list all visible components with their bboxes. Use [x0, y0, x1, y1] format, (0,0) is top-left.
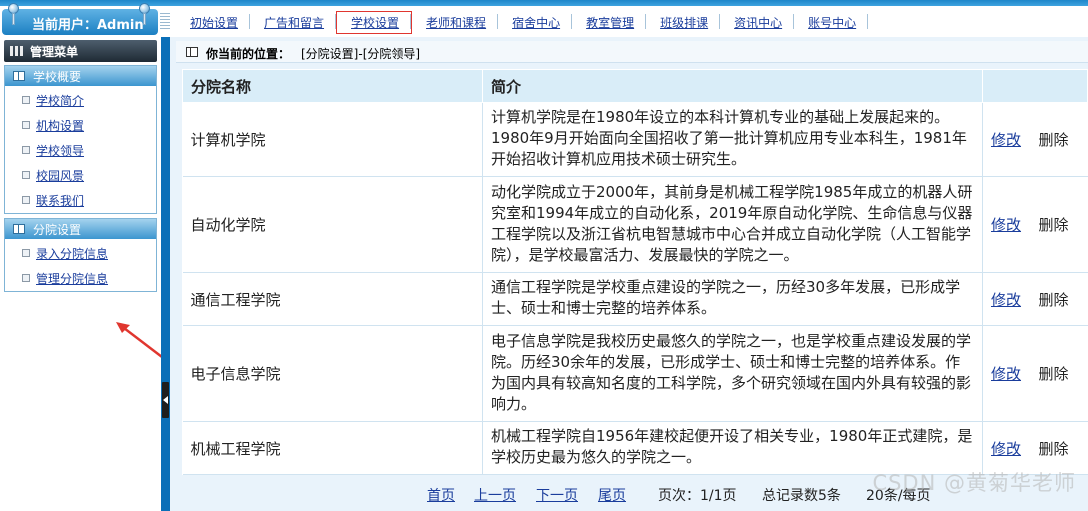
- bullet-icon: [22, 274, 30, 282]
- nav-item-class-schedule[interactable]: 班级排课: [646, 12, 721, 33]
- pager-first-link[interactable]: 首页: [427, 485, 455, 505]
- delete-link[interactable]: 删除: [1032, 102, 1088, 177]
- pager-total: 总记录数5条: [762, 488, 841, 504]
- edit-link[interactable]: 修改: [991, 131, 1021, 149]
- cell-branch-name: 机械工程学院: [182, 421, 483, 475]
- current-user-box: 当前用户：Admin: [2, 3, 158, 35]
- menu-title: 管理菜单: [30, 45, 79, 59]
- edit-link[interactable]: 修改: [991, 216, 1021, 234]
- edit-link[interactable]: 修改: [991, 291, 1021, 309]
- sidebar-item-contact-us[interactable]: 联系我们: [5, 188, 156, 213]
- nav-item-account-center[interactable]: 账号中心: [794, 12, 869, 33]
- sidebar-item-org-settings[interactable]: 机构设置: [5, 113, 156, 138]
- top-strip: [0, 0, 1088, 6]
- main-content: 你当前的位置： [分院设置]-[分院领导] 分院名称 简介 计算机学院 计算机学…: [170, 37, 1088, 511]
- column-header-intro: 简介: [482, 69, 983, 103]
- pager-last-link[interactable]: 尾页: [598, 485, 626, 505]
- edit-cell: 修改: [982, 176, 1033, 273]
- pin-icon: [8, 3, 19, 25]
- sidebar-item-school-intro[interactable]: 学校简介: [5, 88, 156, 113]
- nav-item-classrooms[interactable]: 教室管理: [572, 12, 647, 33]
- breadcrumb: 你当前的位置： [分院设置]-[分院领导]: [176, 41, 1088, 63]
- branch-table-wrap: 分院名称 简介 计算机学院 计算机学院是在1980年设立的本科计算机专业的基础上…: [182, 69, 1088, 475]
- cell-branch-intro: 动化学院成立于2000年，其前身是机械工程学院1985年成立的机器人研究室和19…: [482, 176, 983, 273]
- breadcrumb-label: 你当前的位置：: [206, 47, 291, 61]
- delete-link[interactable]: 删除: [1032, 325, 1088, 422]
- top-nav: 初始设置 广告和留言 学校设置 老师和课程 宿舍中心 教室管理 班级排课 资讯中…: [160, 10, 869, 34]
- edit-link[interactable]: 修改: [991, 365, 1021, 383]
- grip-icon: [160, 13, 170, 31]
- cell-branch-intro: 计算机学院是在1980年设立的本科计算机专业的基础上发展起来的。1980年9月开…: [482, 102, 983, 177]
- collapse-sidebar-handle[interactable]: [162, 382, 169, 418]
- grid-icon: [10, 46, 24, 56]
- group-title: 学校概要: [33, 70, 82, 84]
- group-header[interactable]: 分院设置: [5, 219, 156, 239]
- book-icon: [186, 47, 198, 57]
- table-row: 计算机学院 计算机学院是在1980年设立的本科计算机专业的基础上发展起来的。19…: [182, 102, 1088, 177]
- current-user-label: 当前用户：Admin: [32, 18, 144, 33]
- table-row: 电子信息学院 电子信息学院是我校历史最悠久的学院之一，也是学校重点建设发展的学院…: [182, 325, 1088, 422]
- cell-branch-name: 通信工程学院: [182, 272, 483, 326]
- edit-cell: 修改: [982, 272, 1033, 326]
- watermark: CSDN @黄菊华老师: [872, 471, 1076, 495]
- bullet-icon: [22, 96, 30, 104]
- sidebar: 管理菜单 学校概要 学校简介 机构设置 学校领导 校园风景 联系我们 分院设置 …: [0, 37, 163, 511]
- delete-link[interactable]: 删除: [1032, 272, 1088, 326]
- nav-item-ads-messages[interactable]: 广告和留言: [250, 12, 337, 33]
- pin-icon: [139, 3, 150, 25]
- cell-branch-intro: 通信工程学院是学校重点建设的学院之一，历经30多年发展，已形成学士、硕士和博士完…: [482, 272, 983, 326]
- sidebar-item-add-branch[interactable]: 录入分院信息: [5, 241, 156, 266]
- menu-header: 管理菜单: [4, 40, 157, 62]
- column-header-name: 分院名称: [182, 69, 483, 103]
- nav-item-dormitory[interactable]: 宿舍中心: [498, 12, 573, 33]
- cell-branch-intro: 电子信息学院是我校历史最悠久的学院之一，也是学校重点建设发展的学院。历经30余年…: [482, 325, 983, 422]
- group-title: 分院设置: [33, 223, 82, 237]
- edit-cell: 修改: [982, 102, 1033, 177]
- nav-item-news-center[interactable]: 资讯中心: [720, 12, 795, 33]
- sidebar-splitter[interactable]: [161, 37, 170, 511]
- sidebar-item-campus-scenery[interactable]: 校园风景: [5, 163, 156, 188]
- edit-cell: 修改: [982, 325, 1033, 422]
- group-header[interactable]: 学校概要: [5, 66, 156, 86]
- book-icon: [13, 71, 25, 81]
- sidebar-item-school-leaders[interactable]: 学校领导: [5, 138, 156, 163]
- cell-branch-name: 电子信息学院: [182, 325, 483, 422]
- branch-table: 分院名称 简介 计算机学院 计算机学院是在1980年设立的本科计算机专业的基础上…: [182, 69, 1088, 475]
- nav-item-school-settings[interactable]: 学校设置: [336, 10, 413, 34]
- table-row: 自动化学院 动化学院成立于2000年，其前身是机械工程学院1985年成立的机器人…: [182, 176, 1088, 273]
- bullet-icon: [22, 196, 30, 204]
- table-row: 通信工程学院 通信工程学院是学校重点建设的学院之一，历经30多年发展，已形成学士…: [182, 272, 1088, 326]
- cell-branch-name: 计算机学院: [182, 102, 483, 177]
- book-icon: [13, 224, 25, 234]
- nav-item-teachers-courses[interactable]: 老师和课程: [412, 12, 499, 33]
- pager-prev-link[interactable]: 上一页: [474, 485, 516, 505]
- column-header-actions: [982, 69, 1088, 103]
- bullet-icon: [22, 146, 30, 154]
- delete-link[interactable]: 删除: [1032, 176, 1088, 273]
- menu-group-school-overview: 学校概要 学校简介 机构设置 学校领导 校园风景 联系我们: [4, 65, 157, 214]
- bullet-icon: [22, 249, 30, 257]
- breadcrumb-path: [分院设置]-[分院领导]: [301, 47, 421, 61]
- top-bar: 当前用户：Admin 初始设置 广告和留言 学校设置 老师和课程 宿舍中心 教室…: [0, 0, 1088, 37]
- sidebar-item-manage-branch[interactable]: 管理分院信息: [5, 266, 156, 291]
- bullet-icon: [22, 171, 30, 179]
- pager-page-info: 页次：1/1页: [658, 488, 737, 504]
- cell-branch-name: 自动化学院: [182, 176, 483, 273]
- menu-group-branch-settings: 分院设置 录入分院信息 管理分院信息: [4, 218, 157, 292]
- edit-link[interactable]: 修改: [991, 440, 1021, 458]
- pager-next-link[interactable]: 下一页: [536, 485, 578, 505]
- bullet-icon: [22, 121, 30, 129]
- nav-item-init-settings[interactable]: 初始设置: [176, 12, 251, 33]
